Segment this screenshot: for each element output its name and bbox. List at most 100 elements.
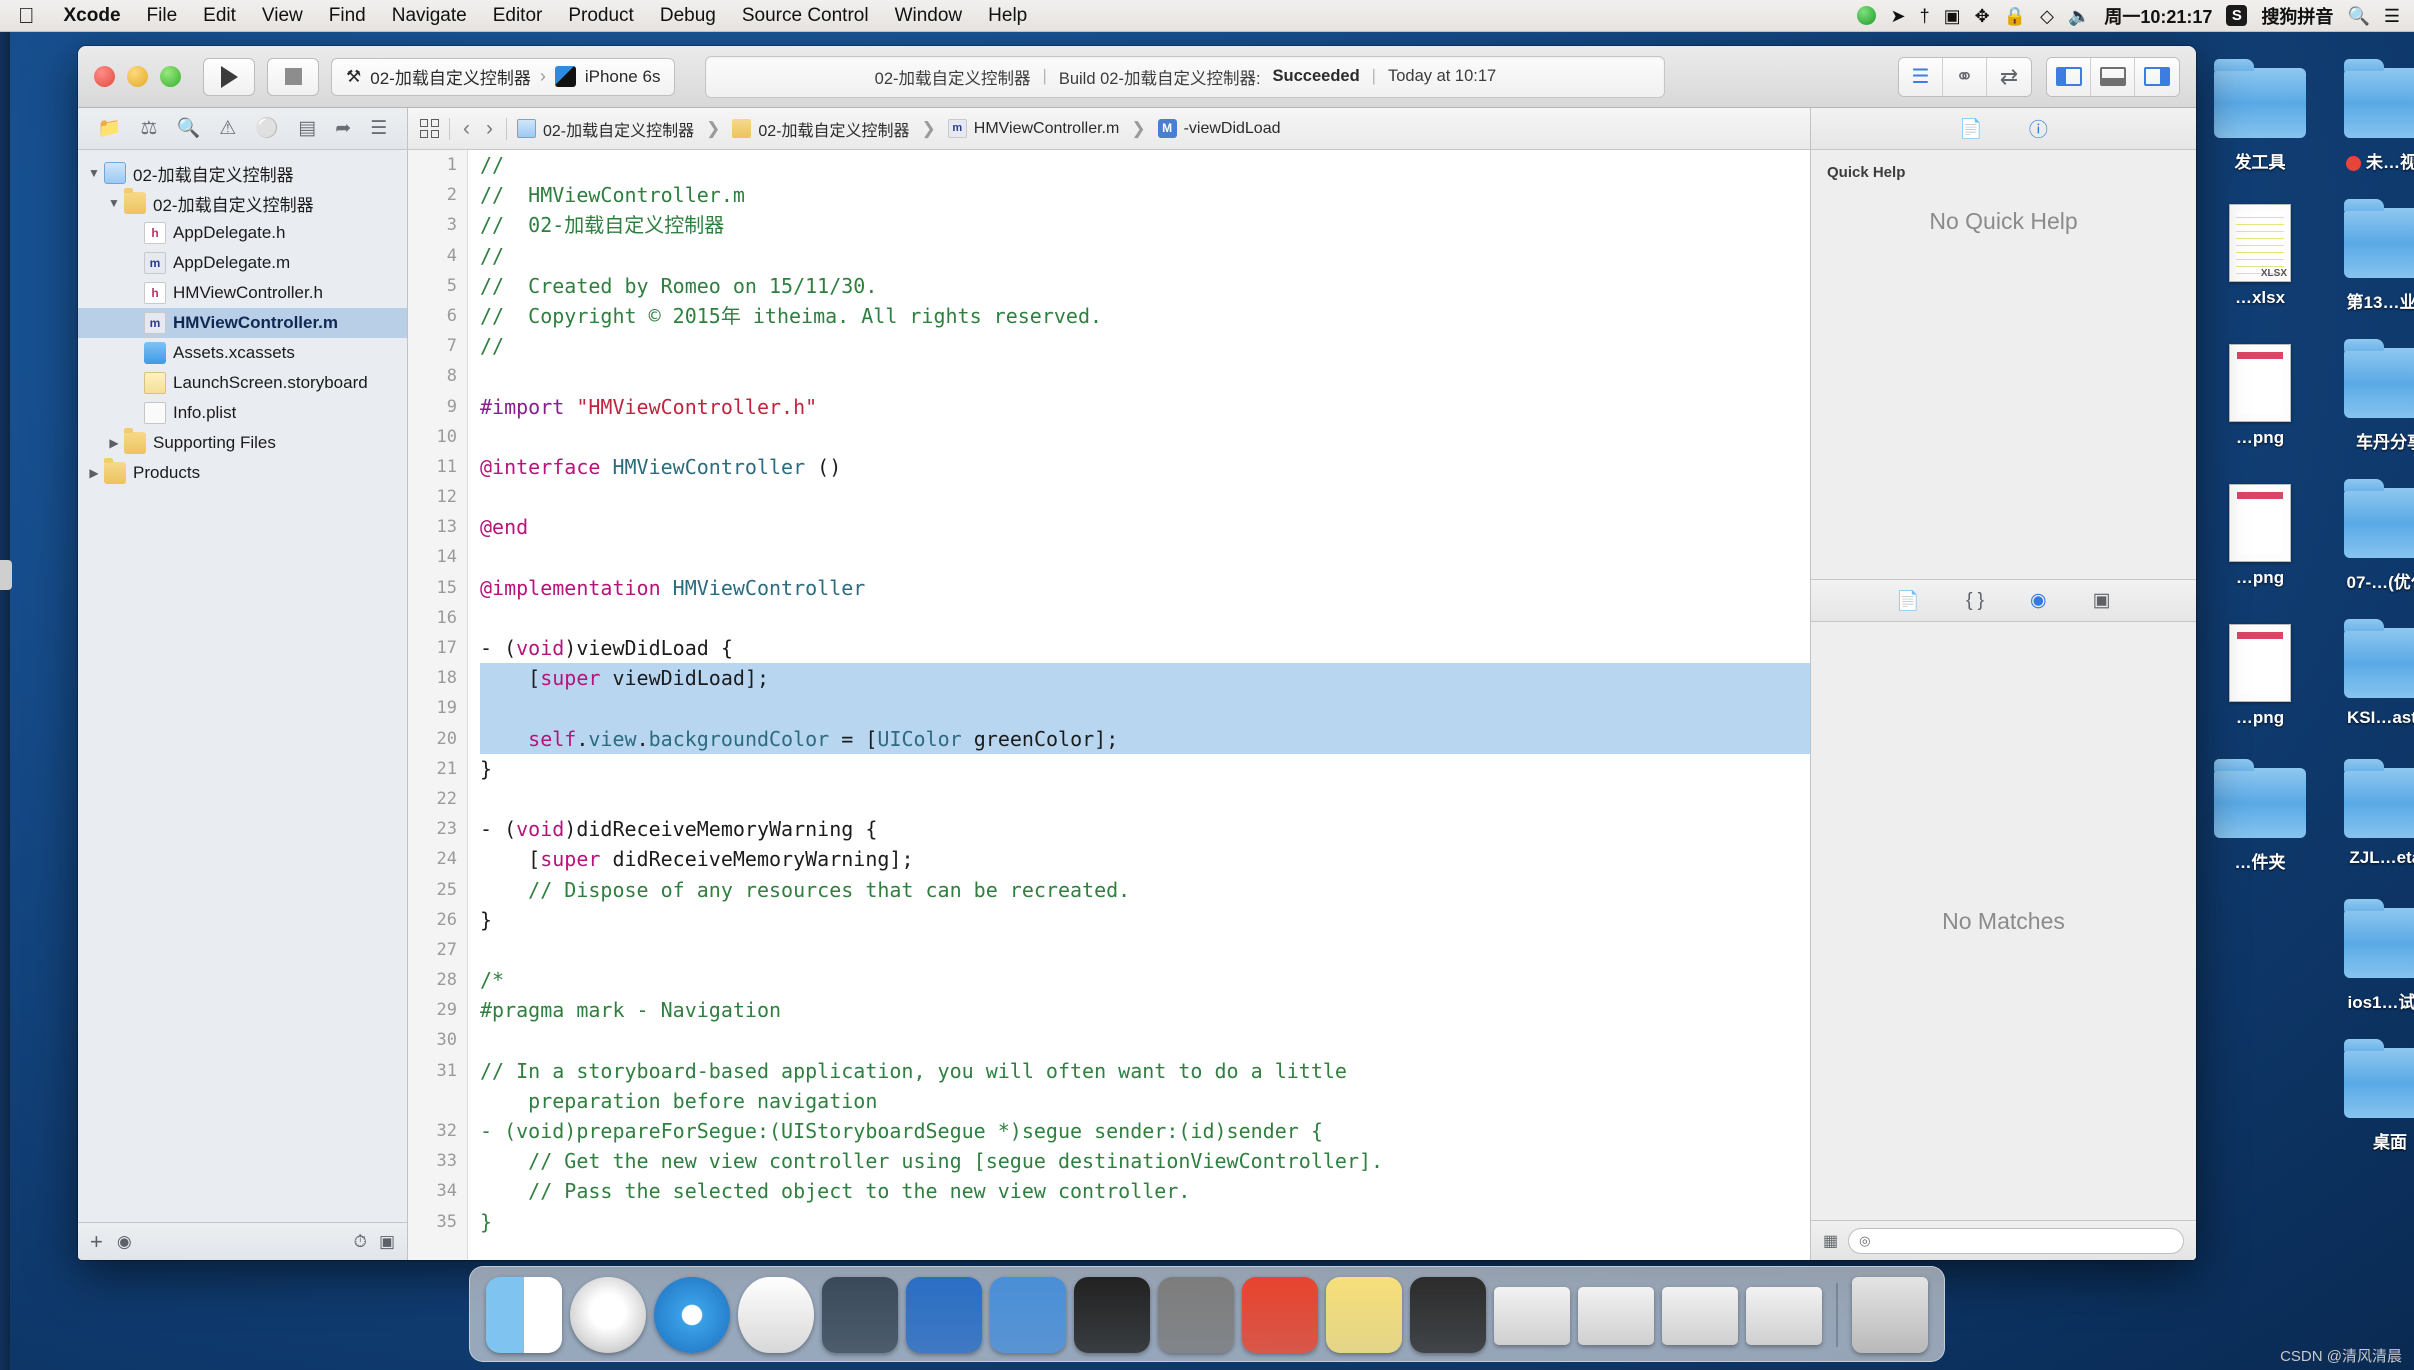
- desktop-file-item[interactable]: ios1…试题: [2330, 899, 2414, 1013]
- navigate-back-button[interactable]: ‹: [460, 117, 473, 141]
- filter-settings-icon[interactable]: ◉: [117, 1232, 132, 1252]
- disclosure-open-icon[interactable]: ▼: [106, 196, 122, 210]
- disclosure-closed-icon[interactable]: ▶: [106, 436, 122, 450]
- file-inspector-tab[interactable]: 📄: [1959, 117, 1983, 141]
- dock-item-trash[interactable]: [1852, 1277, 1928, 1353]
- source-code-text[interactable]: //// HMViewController.m// 02-加载自定义控制器///…: [468, 150, 1810, 1260]
- desktop-file-item[interactable]: XLSX …xlsx: [2200, 200, 2320, 308]
- quick-help-inspector-tab[interactable]: ⓘ: [2029, 115, 2048, 142]
- desktop-file-item[interactable]: 桌面: [2330, 1039, 2414, 1153]
- code-line[interactable]: // Pass the selected object to the new v…: [480, 1176, 1810, 1206]
- menu-source-control[interactable]: Source Control: [729, 0, 882, 32]
- dock-item-launchpad[interactable]: [570, 1277, 646, 1353]
- code-line[interactable]: // 02-加载自定义控制器: [480, 210, 1810, 240]
- code-line[interactable]: //: [480, 331, 1810, 361]
- code-line[interactable]: // Created by Romeo on 15/11/30.: [480, 271, 1810, 301]
- debug-area-toggle-button[interactable]: [2091, 57, 2135, 96]
- lock-icon[interactable]: 🔒: [2004, 0, 2026, 32]
- close-window-button[interactable]: [94, 66, 115, 87]
- desktop-file-item[interactable]: …件夹: [2200, 759, 2320, 873]
- menu-navigate[interactable]: Navigate: [379, 0, 480, 32]
- breadcrumb-group[interactable]: 02-加载自定义控制器: [732, 117, 910, 141]
- menu-edit[interactable]: Edit: [190, 0, 249, 32]
- code-line[interactable]: - (void)prepareForSegue:(UIStoryboardSeg…: [480, 1116, 1810, 1146]
- code-line[interactable]: // In a storyboard-based application, yo…: [480, 1056, 1810, 1086]
- dock-item-safari[interactable]: [654, 1277, 730, 1353]
- code-line[interactable]: [480, 482, 1810, 512]
- scheme-destination-control[interactable]: ⚒ 02-加载自定义控制器 › iPhone 6s: [331, 57, 676, 96]
- breadcrumb-project[interactable]: 02-加载自定义控制器: [517, 117, 694, 141]
- dock-item-xcode-beta[interactable]: [990, 1277, 1066, 1353]
- control-center-icon[interactable]: ☰: [2384, 0, 2400, 32]
- desktop-file-item[interactable]: 车丹分享: [2330, 339, 2414, 453]
- menu-file[interactable]: File: [134, 0, 191, 32]
- menu-view[interactable]: View: [249, 0, 316, 32]
- assistant-editor-button[interactable]: ⚭: [1943, 57, 1987, 96]
- dock-item-screen-1[interactable]: [1494, 1287, 1570, 1345]
- breakpoint-navigator-tab[interactable]: ➦: [335, 119, 351, 138]
- code-line[interactable]: [480, 935, 1810, 965]
- menu-product[interactable]: Product: [555, 0, 646, 32]
- dock-item-screen-3[interactable]: [1662, 1287, 1738, 1345]
- utilities-toggle-button[interactable]: [2135, 57, 2179, 96]
- code-line[interactable]: [480, 1025, 1810, 1055]
- report-navigator-tab[interactable]: ☰: [370, 119, 387, 138]
- input-method-badge[interactable]: S: [2226, 5, 2248, 26]
- breadcrumb-symbol[interactable]: M -viewDidLoad: [1157, 119, 1281, 138]
- code-line[interactable]: preparation before navigation: [480, 1086, 1810, 1116]
- breadcrumb-file[interactable]: m HMViewController.m: [947, 119, 1119, 138]
- code-line[interactable]: }: [480, 1207, 1810, 1237]
- code-line[interactable]: [super didReceiveMemoryWarning];: [480, 844, 1810, 874]
- disclosure-open-icon[interactable]: ▼: [86, 166, 102, 180]
- code-line[interactable]: @end: [480, 512, 1810, 542]
- dock-item-notes[interactable]: [1326, 1277, 1402, 1353]
- code-line[interactable]: [480, 361, 1810, 391]
- related-items-icon[interactable]: [420, 119, 439, 138]
- file-template-library-tab[interactable]: 📄: [1896, 589, 1920, 613]
- issue-navigator-tab[interactable]: ⚠: [219, 119, 236, 138]
- test-navigator-tab[interactable]: ⚪: [255, 119, 279, 138]
- dock-item-video-app[interactable]: [822, 1277, 898, 1353]
- code-line[interactable]: - (void)viewDidLoad {: [480, 633, 1810, 663]
- airplay-icon[interactable]: ✥: [1975, 0, 1990, 32]
- menu-debug[interactable]: Debug: [647, 0, 729, 32]
- desktop-file-item[interactable]: KSI…aster: [2330, 619, 2414, 728]
- navigator-item-9[interactable]: ▶ Supporting Files: [78, 428, 407, 458]
- dock-item-screen-2[interactable]: [1578, 1287, 1654, 1345]
- navigator-item-3[interactable]: m AppDelegate.m: [78, 248, 407, 278]
- code-line[interactable]: // Copyright © 2015年 itheima. All rights…: [480, 301, 1810, 331]
- destination-label[interactable]: iPhone 6s: [585, 67, 661, 87]
- code-line[interactable]: [480, 784, 1810, 814]
- code-snippet-library-tab[interactable]: { }: [1966, 590, 1984, 612]
- code-line[interactable]: // HMViewController.m: [480, 180, 1810, 210]
- code-line[interactable]: // Get the new view controller using [se…: [480, 1146, 1810, 1176]
- navigator-toggle-button[interactable]: [2047, 57, 2091, 96]
- dock-item-xmind[interactable]: [1242, 1277, 1318, 1353]
- menu-clock[interactable]: 周一10:21:17: [2104, 3, 2212, 29]
- navigator-item-2[interactable]: h AppDelegate.h: [78, 218, 407, 248]
- stop-button[interactable]: [267, 57, 319, 96]
- code-line[interactable]: #pragma mark - Navigation: [480, 995, 1810, 1025]
- desktop-file-item[interactable]: …png: [2200, 620, 2320, 728]
- version-editor-button[interactable]: ⇄: [1987, 57, 2031, 96]
- desktop-file-item[interactable]: …png: [2200, 340, 2320, 448]
- add-file-button[interactable]: +: [90, 1229, 103, 1255]
- location-arrow-icon[interactable]: ➤: [1890, 0, 1905, 32]
- dock-item-xcode[interactable]: [906, 1277, 982, 1353]
- code-line[interactable]: // Dispose of any resources that can be …: [480, 875, 1810, 905]
- grid-layout-icon[interactable]: ▦: [1823, 1231, 1838, 1251]
- code-line[interactable]: [super viewDidLoad];: [480, 663, 1810, 694]
- code-line[interactable]: [480, 693, 1810, 724]
- desktop-file-item[interactable]: 未…视频: [2330, 59, 2414, 173]
- code-line[interactable]: [480, 422, 1810, 452]
- object-library-tab[interactable]: ◉: [2030, 589, 2047, 612]
- navigator-item-8[interactable]: Info.plist: [78, 398, 407, 428]
- code-line[interactable]: //: [480, 150, 1810, 180]
- scheme-label[interactable]: 02-加载自定义控制器: [370, 64, 531, 89]
- code-line[interactable]: }: [480, 905, 1810, 935]
- navigator-item-6[interactable]: Assets.xcassets: [78, 338, 407, 368]
- debug-navigator-tab[interactable]: ▤: [298, 119, 316, 138]
- search-navigator-tab[interactable]: 🔍: [176, 119, 200, 138]
- green-record-icon[interactable]: [1857, 6, 1877, 25]
- minimize-window-button[interactable]: [127, 66, 148, 87]
